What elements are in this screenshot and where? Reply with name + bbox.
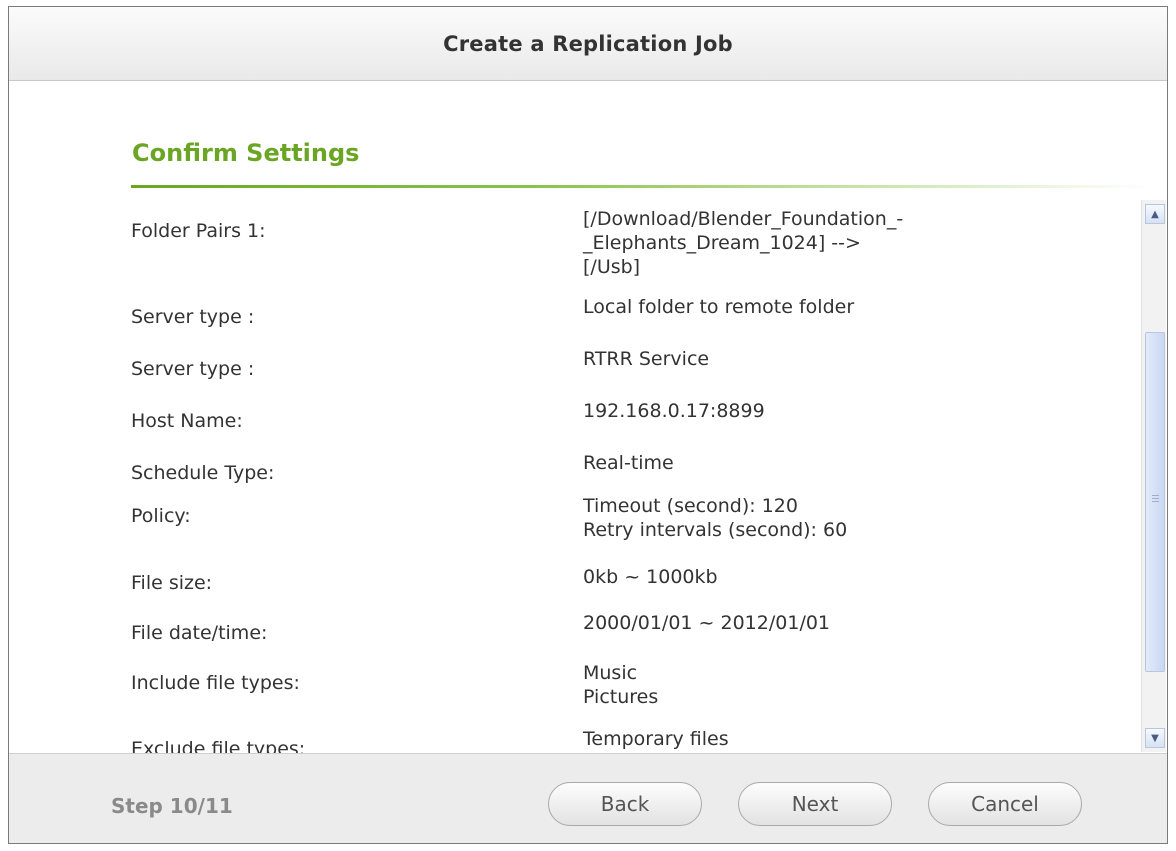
chevron-up-icon[interactable]: ▲ xyxy=(1145,204,1165,224)
setting-label: Server type : xyxy=(131,306,255,328)
setting-value-line: Retry intervals (second): 60 xyxy=(583,519,848,541)
setting-label: Schedule Type: xyxy=(131,462,275,484)
setting-label: Policy: xyxy=(131,505,191,527)
setting-value: RTRR Service xyxy=(583,347,709,371)
dialog-footer: Step 10/11 Back Next Cancel xyxy=(9,753,1167,843)
grip-icon xyxy=(1152,495,1159,496)
cancel-button[interactable]: Cancel xyxy=(928,782,1082,826)
setting-value: Music Pictures xyxy=(583,661,658,709)
setting-label: Host Name: xyxy=(131,410,243,432)
settings-scrollbar[interactable]: ▲ ▼ xyxy=(1141,200,1166,752)
setting-value: Real-time xyxy=(583,451,674,475)
setting-value: Local folder to remote folder xyxy=(583,295,854,319)
step-indicator: Step 10/11 xyxy=(111,794,233,818)
setting-value: [/Download/Blender_Foundation_- _Elephan… xyxy=(583,207,903,279)
dialog-title: Create a Replication Job xyxy=(443,31,733,56)
back-button[interactable]: Back xyxy=(548,782,702,826)
setting-label: Exclude file types: xyxy=(131,738,306,753)
setting-label: Server type : xyxy=(131,358,255,380)
setting-value: 0kb ~ 1000kb xyxy=(583,565,718,589)
chevron-down-icon[interactable]: ▼ xyxy=(1145,728,1165,748)
setting-label: Folder Pairs 1: xyxy=(131,220,266,242)
setting-label: Include file types: xyxy=(131,672,300,694)
setting-value: 192.168.0.17:8899 xyxy=(583,399,765,423)
next-button[interactable]: Next xyxy=(738,782,892,826)
setting-value-line: 0kb ~ 1000kb xyxy=(583,566,718,588)
setting-value-line: Timeout (second): 120 xyxy=(583,495,798,517)
setting-value-line: Real-time xyxy=(583,452,674,474)
setting-label: File size: xyxy=(131,572,213,594)
section-divider xyxy=(131,185,1151,188)
setting-value: Timeout (second): 120 Retry intervals (s… xyxy=(583,494,847,542)
setting-value-line: Temporary files xyxy=(583,728,729,750)
section-title: Confirm Settings xyxy=(132,139,360,167)
setting-value-line: 2000/01/01 ~ 2012/01/01 xyxy=(583,612,831,634)
setting-value-line: _Elephants_Dream_1024] --> xyxy=(583,232,861,254)
setting-value-line: Music xyxy=(583,662,638,684)
setting-value: 2000/01/01 ~ 2012/01/01 xyxy=(583,611,830,635)
replication-job-dialog: Create a Replication Job Confirm Setting… xyxy=(8,6,1168,844)
scrollbar-thumb[interactable] xyxy=(1145,332,1165,672)
setting-value-line: RTRR Service xyxy=(583,348,710,370)
settings-list: Folder Pairs 1: [/Download/Blender_Found… xyxy=(9,191,1137,753)
setting-value: Temporary files xyxy=(583,727,729,751)
dialog-titlebar: Create a Replication Job xyxy=(9,7,1167,81)
setting-value-line: Local folder to remote folder xyxy=(583,296,855,318)
setting-value-line: [/Usb] xyxy=(583,256,641,278)
setting-value-line: 192.168.0.17:8899 xyxy=(583,400,765,422)
setting-label: File date/time: xyxy=(131,622,268,644)
setting-value-line: Pictures xyxy=(583,686,659,708)
setting-value-line: [/Download/Blender_Foundation_- xyxy=(583,208,904,230)
